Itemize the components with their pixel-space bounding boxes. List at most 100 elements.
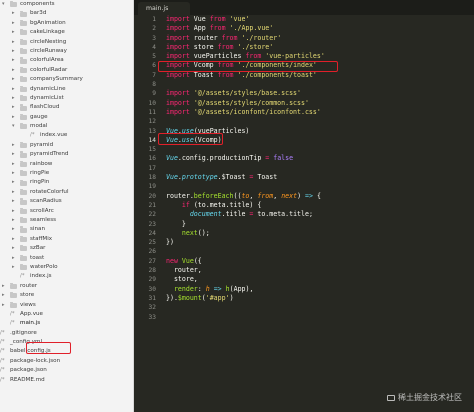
chevron-right-icon[interactable]: ▸ xyxy=(12,216,15,225)
tree-folder[interactable]: ▸ seamless xyxy=(0,216,133,225)
tree-folder[interactable]: ▾ components xyxy=(0,0,133,9)
chevron-right-icon[interactable]: ▸ xyxy=(12,38,15,47)
code-line[interactable]: import App from './App.vue' xyxy=(166,24,472,33)
code-line[interactable]: import store from './store' xyxy=(166,43,472,52)
tree-folder[interactable]: ▸ bgAnimation xyxy=(0,19,133,28)
tree-folder[interactable]: ▸ colorfulArea xyxy=(0,56,133,65)
tree-file[interactable]: /* package.json xyxy=(0,366,133,375)
code-line[interactable]: Vue.use(Vcomp) xyxy=(166,136,472,145)
tree-folder[interactable]: ▸ views xyxy=(0,301,133,310)
code-line[interactable]: }) xyxy=(166,238,472,247)
code-line[interactable]: import '@/assets/styles/common.scss' xyxy=(166,99,472,108)
chevron-right-icon[interactable]: ▸ xyxy=(12,85,15,94)
tree-folder[interactable]: ▸ companySummary xyxy=(0,75,133,84)
tree-folder[interactable]: ▸ toast xyxy=(0,254,133,263)
tree-file[interactable]: /* _config.yml xyxy=(0,338,133,347)
code-line[interactable]: next(); xyxy=(166,229,472,238)
code-line[interactable]: document.title = to.meta.title; xyxy=(166,210,472,219)
tree-folder[interactable]: ▸ sinan xyxy=(0,225,133,234)
chevron-right-icon[interactable]: ▸ xyxy=(2,291,5,300)
chevron-down-icon[interactable]: ▾ xyxy=(12,122,15,131)
chevron-right-icon[interactable]: ▸ xyxy=(2,282,5,291)
code-line[interactable]: store, xyxy=(166,275,472,284)
chevron-right-icon[interactable]: ▸ xyxy=(12,207,15,216)
chevron-right-icon[interactable]: ▸ xyxy=(12,19,15,28)
tree-folder[interactable]: ▸ szBar xyxy=(0,244,133,253)
tree-folder[interactable]: ▸ pyramid xyxy=(0,141,133,150)
chevron-right-icon[interactable]: ▸ xyxy=(12,160,15,169)
code-line[interactable]: router, xyxy=(166,266,472,275)
code-line[interactable] xyxy=(166,303,472,312)
code-content[interactable]: import Vue from 'vue' import App from './… xyxy=(166,15,472,322)
tree-folder[interactable]: ▸ circleNesting xyxy=(0,38,133,47)
chevron-right-icon[interactable]: ▸ xyxy=(12,28,15,37)
code-line[interactable]: import vueParticles from 'vue-particles' xyxy=(166,52,472,61)
code-line[interactable]: }).$mount('#app') xyxy=(166,294,472,303)
chevron-right-icon[interactable]: ▸ xyxy=(12,225,15,234)
code-line[interactable] xyxy=(166,164,472,173)
code-line[interactable]: import Toast from './components/toast' xyxy=(166,71,472,80)
code-line[interactable]: new Vue({ xyxy=(166,257,472,266)
chevron-right-icon[interactable]: ▸ xyxy=(12,113,15,122)
chevron-right-icon[interactable]: ▸ xyxy=(12,66,15,75)
code-editor[interactable]: main.js 1 2 3 4 5 6 7 8 9 10 11 12 13 14 15 16 17 18 19 20 2… xyxy=(134,0,474,412)
tree-folder[interactable]: ▸ staffMix xyxy=(0,235,133,244)
tree-file[interactable]: /* package-lock.json xyxy=(0,357,133,366)
chevron-right-icon[interactable]: ▸ xyxy=(12,141,15,150)
tree-folder[interactable]: ▸ router xyxy=(0,282,133,291)
code-line[interactable] xyxy=(166,182,472,191)
tree-file[interactable]: /* README.md xyxy=(0,376,133,385)
tree-file[interactable]: /* index.vue xyxy=(0,131,133,140)
tree-file[interactable]: /* babel.config.js xyxy=(0,347,133,356)
tree-file[interactable]: /* App.vue xyxy=(0,310,133,319)
code-line[interactable]: import '@/assets/styles/base.scss' xyxy=(166,89,472,98)
tree-file[interactable]: /* .gitignore xyxy=(0,329,133,338)
code-line[interactable] xyxy=(166,117,472,126)
chevron-right-icon[interactable]: ▸ xyxy=(12,150,15,159)
tree-file[interactable]: /* index.js xyxy=(0,272,133,281)
code-line[interactable]: import router from './router' xyxy=(166,34,472,43)
code-line[interactable]: Vue.use(vueParticles) xyxy=(166,127,472,136)
code-line[interactable]: } xyxy=(166,220,472,229)
tree-folder[interactable]: ▸ ringPie xyxy=(0,169,133,178)
code-line[interactable] xyxy=(166,247,472,256)
tree-folder[interactable]: ▸ circleRunway xyxy=(0,47,133,56)
tree-folder[interactable]: ▸ scanRadius xyxy=(0,197,133,206)
code-line[interactable]: import Vcomp from './components/index' xyxy=(166,61,472,70)
code-line[interactable]: import Vue from 'vue' xyxy=(166,15,472,24)
tree-folder[interactable]: ▸ cakeLinkage xyxy=(0,28,133,37)
chevron-right-icon[interactable]: ▸ xyxy=(12,244,15,253)
tree-folder[interactable]: ▸ waterPolo xyxy=(0,263,133,272)
tree-folder[interactable]: ▸ pyramidTrend xyxy=(0,150,133,159)
tree-folder[interactable]: ▸ colorfulRadar xyxy=(0,66,133,75)
code-line[interactable]: if (to.meta.title) { xyxy=(166,201,472,210)
chevron-right-icon[interactable]: ▸ xyxy=(12,75,15,84)
tree-folder[interactable]: ▸ gauge xyxy=(0,113,133,122)
code-line[interactable]: import '@/assets/iconfont/iconfont.css' xyxy=(166,108,472,117)
chevron-right-icon[interactable]: ▸ xyxy=(12,56,15,65)
chevron-right-icon[interactable]: ▸ xyxy=(12,254,15,263)
code-line[interactable] xyxy=(166,80,472,89)
code-line[interactable]: router.beforeEach((to, from, next) => { xyxy=(166,192,472,201)
code-line[interactable]: Vue.prototype.$Toast = Toast xyxy=(166,173,472,182)
code-line[interactable]: render: h => h(App), xyxy=(166,285,472,294)
tree-folder[interactable]: ▸ bar3d xyxy=(0,9,133,18)
tree-folder[interactable]: ▾ modal xyxy=(0,122,133,131)
chevron-right-icon[interactable]: ▸ xyxy=(12,263,15,272)
tree-folder[interactable]: ▸ store xyxy=(0,291,133,300)
chevron-down-icon[interactable]: ▾ xyxy=(2,0,5,9)
chevron-right-icon[interactable]: ▸ xyxy=(12,94,15,103)
tree-folder[interactable]: ▸ rotateColorful xyxy=(0,188,133,197)
tree-folder[interactable]: ▸ rainbow xyxy=(0,160,133,169)
tab-main-js[interactable]: main.js xyxy=(138,2,190,15)
code-line[interactable] xyxy=(166,145,472,154)
chevron-right-icon[interactable]: ▸ xyxy=(12,9,15,18)
chevron-right-icon[interactable]: ▸ xyxy=(12,188,15,197)
tree-folder[interactable]: ▸ ringPin xyxy=(0,178,133,187)
chevron-right-icon[interactable]: ▸ xyxy=(12,197,15,206)
code-line[interactable] xyxy=(166,313,472,322)
tree-folder[interactable]: ▸ dynamicLine xyxy=(0,85,133,94)
tree-folder[interactable]: ▸ dynamicList xyxy=(0,94,133,103)
chevron-right-icon[interactable]: ▸ xyxy=(2,301,5,310)
chevron-right-icon[interactable]: ▸ xyxy=(12,169,15,178)
